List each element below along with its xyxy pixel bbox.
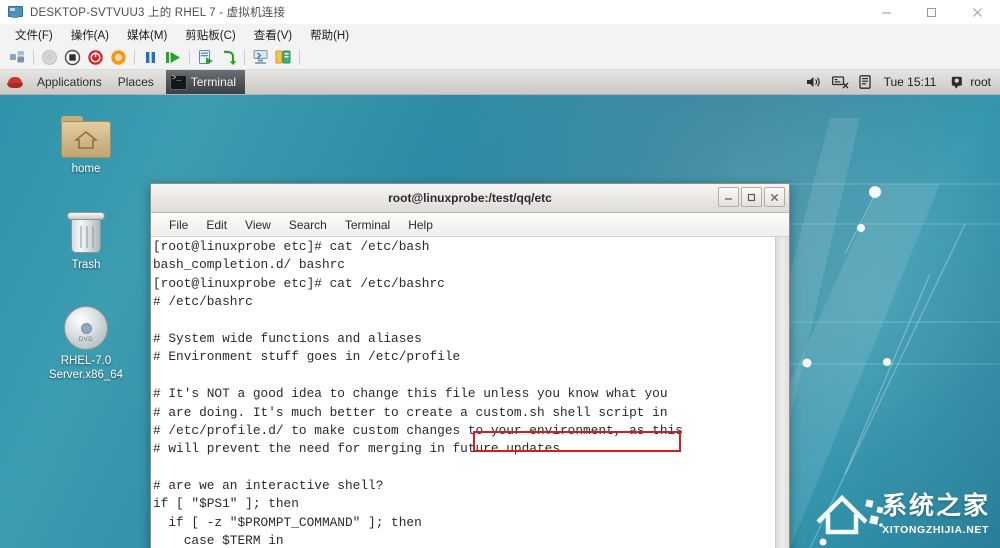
terminal-title-bar[interactable]: root@linuxprobe:/test/qq/etc bbox=[151, 184, 789, 213]
start-button[interactable] bbox=[38, 47, 61, 68]
terminal-scrollbar[interactable] bbox=[775, 237, 789, 548]
redhat-logo-icon bbox=[6, 73, 24, 91]
volume-icon[interactable] bbox=[806, 75, 823, 90]
desktop-icon-label: home bbox=[71, 163, 101, 175]
gnome-top-panel: Applications Places Terminal Tue 15:11 bbox=[0, 70, 1000, 95]
reset-button[interactable] bbox=[162, 47, 185, 68]
terminal-line: # /etc/bashrc bbox=[153, 294, 253, 310]
pause-button[interactable] bbox=[139, 47, 162, 68]
watermark: 系统之家 XITONGZHIJIA.NET bbox=[808, 470, 994, 544]
host-window-title: DESKTOP-SVTVUU3 上的 RHEL 7 - 虚拟机连接 bbox=[30, 7, 286, 19]
terminal-menu-terminal[interactable]: Terminal bbox=[336, 218, 399, 232]
terminal-window-title: root@linuxprobe:/test/qq/etc bbox=[388, 191, 552, 205]
terminal-line: # are doing. It's much better to create … bbox=[153, 404, 668, 420]
watermark-domain: XITONGZHIJIA.NET bbox=[882, 524, 989, 536]
desktop-icon-label: RHEL-7.0 Server.x86_64 bbox=[48, 355, 124, 381]
terminal-close-button[interactable] bbox=[764, 187, 785, 207]
host-menu-bar: 文件(F) 操作(A) 媒体(M) 剪贴板(C) 查看(V) 帮助(H) bbox=[0, 24, 1000, 45]
settings-button[interactable] bbox=[272, 47, 295, 68]
terminal-text: [root@linuxprobe etc]# cat /etc/bash bash… bbox=[153, 238, 767, 548]
terminal-menu-search[interactable]: Search bbox=[280, 218, 336, 232]
desktop-icon-home[interactable]: home bbox=[36, 106, 136, 176]
terminal-minimize-button[interactable] bbox=[718, 187, 739, 207]
hyperv-vmconnect-window: DESKTOP-SVTVUU3 上的 RHEL 7 - 虚拟机连接 文件(F) … bbox=[0, 0, 1000, 548]
terminal-line: [root@linuxprobe etc]# cat /etc/bash bbox=[153, 239, 430, 254]
applications-menu[interactable]: Applications bbox=[29, 70, 110, 94]
user-menu[interactable]: root bbox=[951, 75, 991, 89]
terminal-line: # are we an interactive shell? bbox=[153, 478, 384, 494]
taskbar-item-label: Terminal bbox=[190, 75, 237, 89]
trash-icon bbox=[36, 202, 136, 254]
terminal-window: root@linuxprobe:/test/qq/etc File Edit V… bbox=[150, 183, 790, 548]
menu-help[interactable]: 帮助(H) bbox=[301, 27, 358, 43]
accessibility-icon[interactable] bbox=[858, 75, 875, 90]
terminal-menu-file[interactable]: File bbox=[160, 218, 197, 232]
user-menu-label: root bbox=[970, 75, 991, 89]
user-icon bbox=[952, 76, 963, 89]
host-toolbar bbox=[0, 45, 1000, 70]
desktop-icon-trash[interactable]: Trash bbox=[36, 202, 136, 272]
terminal-menu-bar: File Edit View Search Terminal Help bbox=[151, 213, 789, 237]
panel-clock[interactable]: Tue 15:11 bbox=[884, 75, 937, 89]
home-folder-icon bbox=[36, 106, 136, 158]
places-menu[interactable]: Places bbox=[110, 70, 162, 94]
terminal-line: # System wide functions and aliases bbox=[153, 330, 422, 346]
menu-action[interactable]: 操作(A) bbox=[62, 27, 118, 43]
terminal-line: bash_completion.d/ bashrc bbox=[153, 257, 345, 273]
terminal-line: [root@linuxprobe etc]# cat /etc/bashrc bbox=[153, 275, 445, 291]
terminal-menu-view[interactable]: View bbox=[236, 218, 280, 232]
menu-view[interactable]: 查看(V) bbox=[245, 27, 301, 43]
host-title-bar: DESKTOP-SVTVUU3 上的 RHEL 7 - 虚拟机连接 bbox=[0, 0, 1000, 25]
terminal-line: if [ "$PS1" ]; then bbox=[153, 496, 299, 512]
menu-media[interactable]: 媒体(M) bbox=[118, 27, 176, 43]
desktop-icon-label: Trash bbox=[71, 259, 101, 271]
terminal-menu-edit[interactable]: Edit bbox=[197, 218, 236, 232]
terminal-line: # Environment stuff goes in /etc/profile bbox=[153, 349, 461, 365]
terminal-window-controls bbox=[718, 187, 785, 207]
guest-desktop: Applications Places Terminal Tue 15:11 bbox=[0, 70, 1000, 548]
menu-file[interactable]: 文件(F) bbox=[6, 27, 62, 43]
ctrl-alt-del-button[interactable] bbox=[6, 47, 29, 68]
save-state-button[interactable] bbox=[107, 47, 130, 68]
terminal-icon bbox=[169, 74, 187, 90]
dvd-disc-icon: DVD bbox=[36, 298, 136, 350]
desktop-icons: home Trash DVD RHEL-7.0 Server.x86_64 bbox=[36, 106, 136, 408]
terminal-line: # It's NOT a good idea to change this fi… bbox=[153, 386, 668, 402]
terminal-output-area[interactable]: [root@linuxprobe etc]# cat /etc/bash bash… bbox=[151, 237, 789, 548]
terminal-line: if [ -z "$PROMPT_COMMAND" ]; then bbox=[153, 514, 422, 530]
host-window-controls bbox=[864, 0, 1000, 24]
watermark-brand: 系统之家 bbox=[881, 491, 990, 520]
terminal-line: # will prevent the need for merging in f… bbox=[153, 441, 568, 457]
virtual-machine-icon bbox=[7, 5, 23, 19]
terminal-line: case $TERM in bbox=[153, 533, 284, 548]
panel-tray: Tue 15:11 root bbox=[806, 70, 1000, 94]
revert-button[interactable] bbox=[217, 47, 240, 68]
close-button[interactable] bbox=[954, 0, 1000, 24]
checkpoint-button[interactable] bbox=[194, 47, 217, 68]
menu-clipboard[interactable]: 剪贴板(C) bbox=[176, 27, 244, 43]
terminal-maximize-button[interactable] bbox=[741, 187, 762, 207]
turn-off-button[interactable] bbox=[61, 47, 84, 68]
enhanced-session-button[interactable] bbox=[249, 47, 272, 68]
desktop-icon-dvd[interactable]: DVD RHEL-7.0 Server.x86_64 bbox=[36, 298, 136, 382]
maximize-button[interactable] bbox=[909, 0, 954, 24]
network-disconnected-icon[interactable] bbox=[831, 75, 849, 90]
shut-down-button[interactable] bbox=[84, 47, 107, 68]
minimize-button[interactable] bbox=[864, 0, 909, 24]
terminal-line: # /etc/profile.d/ to make custom changes… bbox=[153, 422, 683, 438]
terminal-menu-help[interactable]: Help bbox=[399, 218, 442, 232]
taskbar-item-terminal[interactable]: Terminal bbox=[165, 70, 246, 94]
